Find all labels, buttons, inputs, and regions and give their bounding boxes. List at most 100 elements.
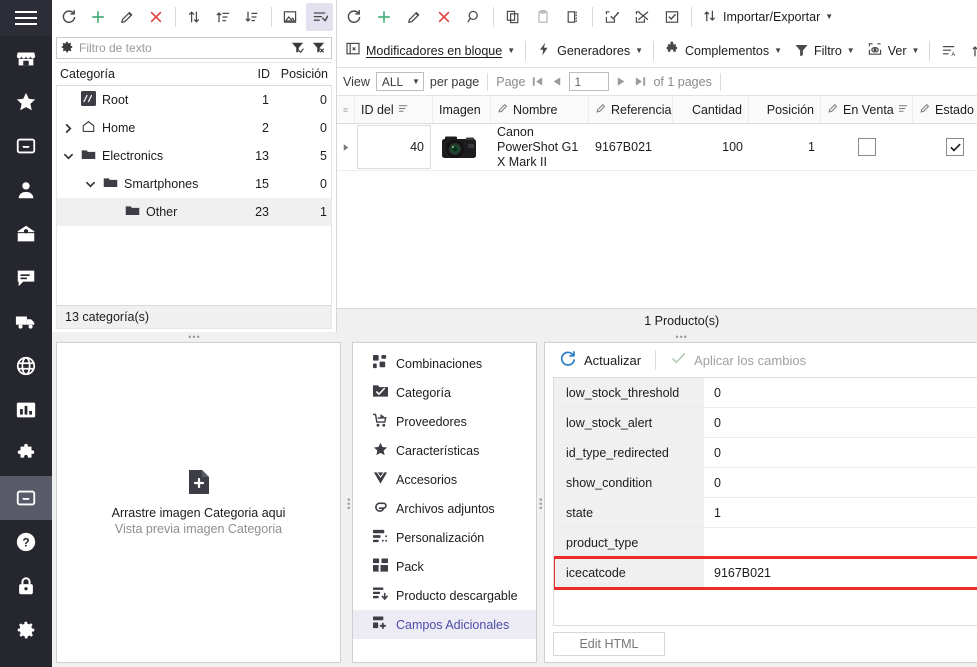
category-tree-row[interactable]: Electronics 13 5: [57, 142, 331, 170]
extra-field-value[interactable]: 0: [704, 408, 977, 437]
edit-html-button[interactable]: Edit HTML: [553, 632, 665, 656]
sidebar-item-shipping[interactable]: [0, 300, 52, 344]
extra-field-value[interactable]: 0: [704, 438, 977, 467]
category-add-button[interactable]: [84, 3, 111, 31]
menu-addons[interactable]: Complementos ▼: [658, 37, 788, 64]
on-sale-checkbox[interactable]: [858, 138, 876, 156]
product-duplicate-button[interactable]: [559, 3, 587, 31]
import-export-menu[interactable]: Importar/Exportar ▼: [696, 4, 839, 31]
col-id-header[interactable]: ID del: [355, 96, 433, 123]
horizontal-splitter-left[interactable]: •••: [52, 332, 337, 342]
vertical-splitter-2[interactable]: •••: [536, 342, 546, 667]
sidebar-item-localization[interactable]: [0, 344, 52, 388]
product-status-cell[interactable]: [913, 124, 977, 170]
extra-field-row[interactable]: id_type_redirected 0: [554, 438, 977, 468]
product-edit-button[interactable]: [400, 3, 428, 31]
product-name-cell[interactable]: Canon PowerShot G1 X Mark II: [491, 124, 589, 170]
product-check-select-button[interactable]: [658, 3, 686, 31]
menu-generators[interactable]: Generadores ▼: [530, 37, 649, 64]
extra-field-row-highlighted[interactable]: icecatcode 9167B021: [554, 556, 977, 590]
product-position-cell[interactable]: 1: [749, 124, 821, 170]
product-image-cell[interactable]: [433, 124, 491, 170]
next-page-icon[interactable]: [615, 75, 628, 88]
product-copy-button[interactable]: [499, 3, 527, 31]
product-refresh-button[interactable]: [340, 3, 368, 31]
product-row[interactable]: 40 Canon PowerShot G1 X Mark II 9167B021…: [337, 124, 977, 171]
sidebar-item-help[interactable]: ?: [0, 520, 52, 564]
col-image-header[interactable]: Imagen: [433, 96, 491, 123]
product-add-button[interactable]: [370, 3, 398, 31]
menu-filter[interactable]: Filtro ▼: [788, 38, 861, 64]
sort-asc-button[interactable]: [965, 37, 977, 65]
sidebar-item-modules[interactable]: [0, 432, 52, 476]
sort-alpha-button[interactable]: A: [935, 37, 963, 65]
col-quantity-header[interactable]: Cantidad: [673, 96, 749, 123]
menu-bulk-modifiers[interactable]: Modificadores en bloque ▼: [339, 37, 521, 64]
col-name-header[interactable]: Nombre: [491, 96, 589, 123]
col-reference-header[interactable]: Referencia: [589, 96, 673, 123]
tab-campos-adicionales[interactable]: Campos Adicionales: [353, 610, 536, 639]
product-paste-button[interactable]: [529, 3, 557, 31]
column-menu-icon[interactable]: [898, 103, 909, 117]
extra-field-row[interactable]: state 1: [554, 498, 977, 528]
extra-field-value[interactable]: 0: [704, 378, 977, 407]
apply-changes-button[interactable]: Aplicar los cambios: [662, 346, 814, 374]
sidebar-item-catalog[interactable]: [0, 476, 52, 520]
menu-view[interactable]: Ver ▼: [861, 37, 926, 64]
extra-field-value[interactable]: 9167B021: [704, 558, 977, 587]
category-tree-row[interactable]: Smartphones 15 0: [57, 170, 331, 198]
category-tree-row[interactable]: Home 2 0: [57, 114, 331, 142]
tab-producto-descargable[interactable]: Producto descargable: [353, 581, 536, 610]
filter-apply-icon[interactable]: [290, 40, 305, 57]
column-menu-icon[interactable]: [398, 103, 409, 117]
page-number-input[interactable]: 1: [569, 72, 610, 91]
extra-field-row[interactable]: low_stock_alert 0: [554, 408, 977, 438]
product-quantity-cell[interactable]: 100: [673, 124, 749, 170]
sidebar-item-favorites[interactable]: [0, 80, 52, 124]
extra-field-row[interactable]: low_stock_threshold 0: [554, 378, 977, 408]
sidebar-item-security[interactable]: [0, 564, 52, 608]
col-status-header[interactable]: Estado: [913, 96, 977, 123]
last-page-icon[interactable]: [634, 75, 647, 88]
category-column-position[interactable]: Posición: [270, 67, 332, 81]
product-reference-cell[interactable]: 9167B021: [589, 124, 673, 170]
extra-field-value[interactable]: 1: [704, 498, 977, 527]
category-tree-row-selected[interactable]: Other 23 1: [57, 198, 331, 226]
tab-categoria[interactable]: Categoría: [353, 378, 536, 407]
gear-icon[interactable]: [60, 40, 74, 57]
sidebar-item-customers[interactable]: [0, 168, 52, 212]
filter-clear-icon[interactable]: [311, 40, 326, 57]
status-checkbox[interactable]: [946, 138, 964, 156]
prev-page-icon[interactable]: [550, 75, 563, 88]
category-edit-button[interactable]: [113, 3, 140, 31]
category-sort-button[interactable]: [180, 3, 207, 31]
sidebar-item-orders[interactable]: [0, 124, 52, 168]
per-page-select[interactable]: ALL ▼: [375, 72, 424, 91]
col-position-header[interactable]: Posición: [749, 96, 821, 123]
product-delete-button[interactable]: [430, 3, 458, 31]
category-sort-asc-button[interactable]: [210, 3, 237, 31]
category-refresh-button[interactable]: [55, 3, 82, 31]
sidebar-item-store[interactable]: [0, 36, 52, 80]
tab-personalizacion[interactable]: Personalización: [353, 523, 536, 552]
category-delete-button[interactable]: [142, 3, 169, 31]
extra-field-value[interactable]: [704, 528, 977, 557]
category-filter-button[interactable]: [305, 3, 334, 31]
chevron-down-icon[interactable]: [83, 180, 97, 189]
category-tree-row[interactable]: Root 1 0: [57, 86, 331, 114]
category-image-dropzone[interactable]: Arrastre imagen Categoria aqui Vista pre…: [56, 342, 341, 663]
tab-archivos-adjuntos[interactable]: Archivos adjuntos: [353, 494, 536, 523]
col-on-sale-header[interactable]: En Venta: [821, 96, 913, 123]
horizontal-splitter-right[interactable]: •••: [337, 332, 977, 342]
tab-caracteristicas[interactable]: Características: [353, 436, 536, 465]
sidebar-item-messages[interactable]: [0, 212, 52, 256]
product-on-sale-cell[interactable]: [821, 124, 913, 170]
category-filter-input[interactable]: Filtro de texto: [74, 41, 290, 55]
hamburger-menu-icon[interactable]: [0, 0, 52, 36]
refresh-button[interactable]: Actualizar: [551, 346, 649, 375]
tab-accesorios[interactable]: Accesorios: [353, 465, 536, 494]
sidebar-item-stats[interactable]: [0, 388, 52, 432]
category-filter-bar[interactable]: Filtro de texto: [56, 37, 332, 59]
chevron-right-icon[interactable]: [61, 123, 75, 134]
category-image-button[interactable]: [277, 3, 304, 31]
